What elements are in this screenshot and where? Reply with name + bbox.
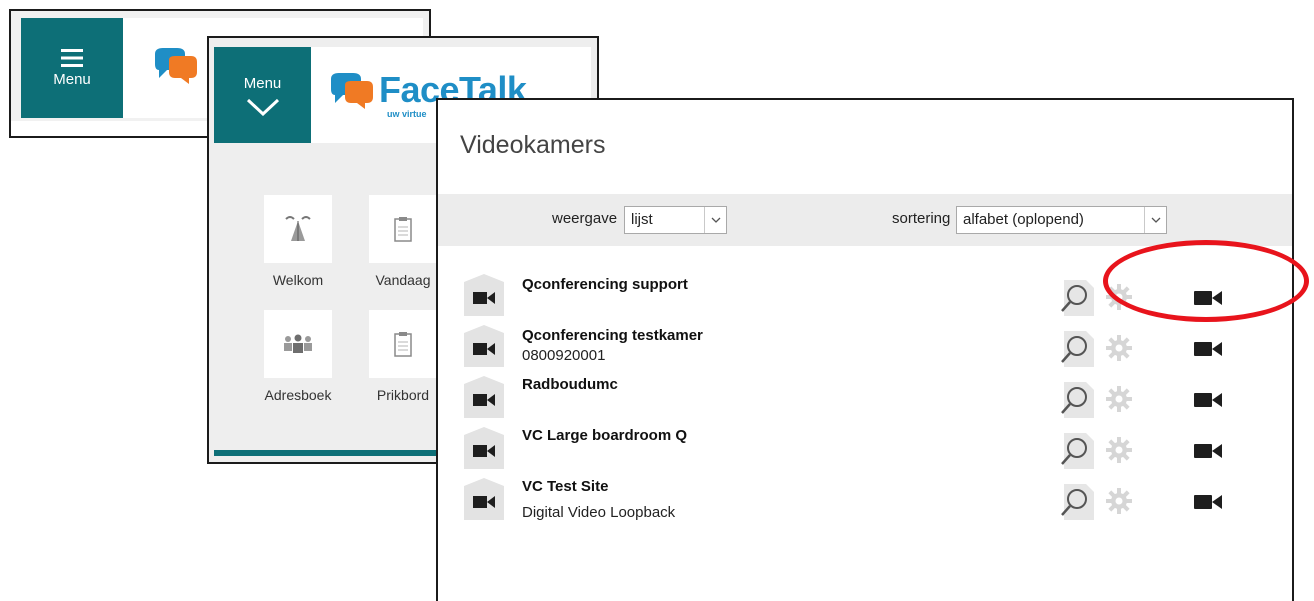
video-camera-icon[interactable] (1193, 493, 1223, 511)
room-row[interactable]: VC Large boardroom Q (438, 425, 1292, 477)
clipboard-icon (394, 332, 412, 357)
room-thumbnail-icon (464, 274, 504, 316)
room-row[interactable]: Radboudumc (438, 374, 1292, 426)
tile-prikbord[interactable] (369, 310, 437, 378)
room-subtitle: Digital Video Loopback (522, 504, 676, 521)
view-select[interactable]: lijst (624, 206, 727, 234)
chevron-down-icon (1144, 207, 1166, 233)
room-name: Qconferencing testkamer (522, 327, 703, 344)
room-thumbnail-icon (464, 325, 504, 367)
tile-label: Adresboek (264, 387, 332, 403)
facetalk-logo-icon (331, 73, 373, 109)
gear-icon[interactable] (1106, 335, 1132, 361)
room-row[interactable]: Qconferencing testkamer 0800920001 (438, 323, 1292, 375)
tile-label: Vandaag (375, 272, 431, 288)
tile-vandaag[interactable] (369, 195, 437, 263)
clipboard-icon (394, 217, 412, 242)
room-thumbnail-icon (464, 427, 504, 469)
search-icon[interactable] (1058, 382, 1094, 418)
tile-label: Welkom (272, 272, 324, 288)
room-thumbnail-icon (464, 376, 504, 418)
video-camera-icon[interactable] (1193, 442, 1223, 460)
video-camera-icon[interactable] (1193, 340, 1223, 358)
search-icon[interactable] (1058, 433, 1094, 469)
filter-bar: weergave lijst sortering alfabet (oplope… (438, 194, 1292, 246)
chevron-down-icon (246, 98, 279, 116)
menu-label: Menu (53, 70, 91, 88)
address-book-icon (284, 334, 312, 353)
tile-welkom[interactable] (264, 195, 332, 263)
brand-tagline: uw virtue (387, 109, 427, 119)
gear-icon[interactable] (1106, 437, 1132, 463)
chevron-down-icon (704, 207, 726, 233)
search-icon[interactable] (1058, 484, 1094, 520)
view-label: weergave (552, 210, 618, 227)
room-row[interactable]: Qconferencing support (438, 272, 1292, 324)
video-camera-icon[interactable] (1193, 391, 1223, 409)
room-row[interactable]: VC Test Site Digital Video Loopback (438, 476, 1292, 528)
sort-label: sortering (892, 210, 951, 227)
video-camera-icon[interactable] (1193, 289, 1223, 307)
room-thumbnail-icon (464, 478, 504, 520)
room-subtitle: 0800920001 (522, 347, 606, 364)
page-title: Videokamers (460, 131, 606, 159)
gear-icon[interactable] (1106, 386, 1132, 412)
room-name: VC Test Site (522, 478, 609, 495)
gear-icon[interactable] (1106, 488, 1132, 514)
view-select-value: lijst (631, 211, 653, 228)
tile-label: Prikbord (376, 387, 430, 403)
menu-button[interactable]: Menu (21, 18, 123, 118)
menu-button-expanded[interactable]: Menu (214, 47, 311, 143)
gear-icon[interactable] (1106, 284, 1132, 310)
sort-select-value: alfabet (oplopend) (963, 211, 1084, 228)
room-name: Radboudumc (522, 376, 618, 393)
room-name: Qconferencing support (522, 276, 688, 293)
welcome-icon (285, 216, 311, 241)
search-icon[interactable] (1058, 331, 1094, 367)
menu-label: Menu (243, 74, 282, 92)
search-icon[interactable] (1058, 280, 1094, 316)
hamburger-icon (61, 48, 83, 67)
facetalk-logo-icon (155, 48, 197, 84)
videokamers-panel: Videokamers weergave lijst sortering alf… (436, 98, 1294, 601)
room-name: VC Large boardroom Q (522, 427, 688, 444)
sort-select[interactable]: alfabet (oplopend) (956, 206, 1167, 234)
tile-adresboek[interactable] (264, 310, 332, 378)
